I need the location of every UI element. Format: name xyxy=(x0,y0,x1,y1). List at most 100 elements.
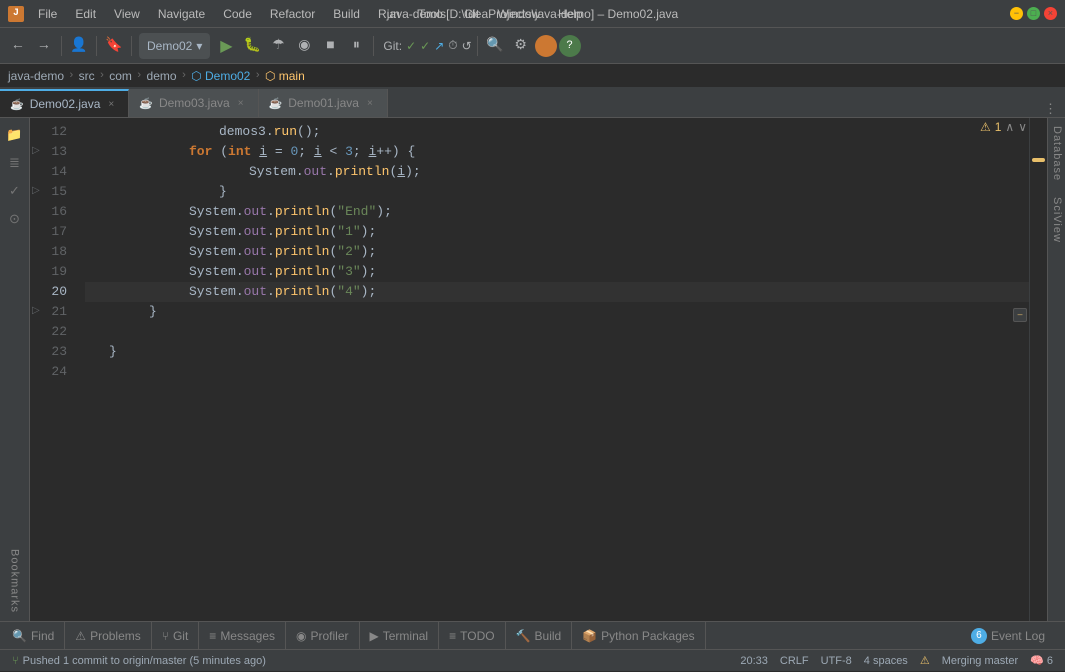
help-btn[interactable]: ? xyxy=(559,35,581,57)
tab-demo02-close[interactable]: × xyxy=(106,98,116,111)
code-line-17: System.out.println("1"); xyxy=(85,222,1029,242)
status-position[interactable]: 20:33 xyxy=(734,650,774,672)
database-panel-label[interactable]: Database xyxy=(1048,118,1065,189)
tabs-menu-btn[interactable]: ⋮ xyxy=(1036,102,1065,117)
editor-scrollbar[interactable]: — xyxy=(1029,118,1047,621)
tab-demo01[interactable]: ☕ Demo01.java × xyxy=(259,89,388,117)
bottom-tab-git[interactable]: ⑂ Git xyxy=(152,622,200,650)
git-action-check2[interactable]: ✓ xyxy=(420,39,430,53)
tab-demo03-close[interactable]: × xyxy=(236,97,246,110)
bottom-tab-build[interactable]: 🔨 Build xyxy=(506,622,573,650)
bottom-tab-messages-label: Messages xyxy=(220,629,275,643)
line-num-23: 23 xyxy=(30,342,75,362)
toolbar-bookmark-btn[interactable]: 🔖 xyxy=(102,34,126,58)
coverage-button[interactable]: ☂ xyxy=(266,34,290,58)
status-charset[interactable]: UTF-8 xyxy=(815,650,858,672)
minimize-button[interactable]: − xyxy=(1010,7,1023,20)
main-toolbar: ← → 👤 🔖 Demo02 ▾ ▶ 🐛 ☂ ◉ ■ ⏸ Git: ✓ ✓ ↗ … xyxy=(0,28,1065,64)
bottom-tab-python[interactable]: 📦 Python Packages xyxy=(572,622,705,650)
bottom-tab-problems[interactable]: ⚠ Problems xyxy=(65,622,151,650)
warning-up-icon[interactable]: ∧ xyxy=(1005,120,1014,134)
terminal-icon: ▶ xyxy=(370,629,379,643)
stop-button[interactable]: ■ xyxy=(318,34,342,58)
fold-icon-21[interactable]: ▷ xyxy=(32,302,40,322)
toolbar-forward-btn[interactable]: → xyxy=(32,34,56,58)
breadcrumb-method[interactable]: ⬡ main xyxy=(265,69,305,83)
messages-icon: ≡ xyxy=(209,629,216,643)
menu-view[interactable]: View xyxy=(106,5,148,23)
menu-build[interactable]: Build xyxy=(325,5,368,23)
line-num-18: 18 xyxy=(30,242,75,262)
search-everywhere-btn[interactable]: 🔍 xyxy=(483,34,507,58)
sidebar-structure-icon[interactable]: ≣ xyxy=(2,150,28,176)
breadcrumb-project[interactable]: java-demo xyxy=(8,69,64,83)
status-git-message[interactable]: ⑂ Pushed 1 commit to origin/master (5 mi… xyxy=(6,650,272,672)
fold-icon-15[interactable]: ▷ xyxy=(32,182,40,202)
profiler-button[interactable]: ◉ xyxy=(292,34,316,58)
pause-button[interactable]: ⏸ xyxy=(344,34,368,58)
tab-demo03[interactable]: ☕ Demo03.java × xyxy=(129,89,258,117)
bottom-tab-profiler[interactable]: ◉ Profiler xyxy=(286,622,360,650)
scroll-warning-marker xyxy=(1032,158,1045,162)
maximize-button[interactable]: □ xyxy=(1027,7,1040,20)
code-line-14: System.out.println(i); xyxy=(85,162,1029,182)
debug-button[interactable]: 🐛 xyxy=(240,34,264,58)
status-memory[interactable]: 🧠 6 xyxy=(1024,650,1059,672)
toolbar-back-btn[interactable]: ← xyxy=(6,34,30,58)
menu-file[interactable]: File xyxy=(30,5,65,23)
git-action-undo[interactable]: ↺ xyxy=(462,39,472,53)
warning-count: 1 xyxy=(995,120,1002,134)
memory-text: 🧠 6 xyxy=(1030,654,1053,667)
close-button[interactable]: × xyxy=(1044,7,1057,20)
status-warning-indicator[interactable]: ⚠ xyxy=(914,650,936,672)
git-action-push[interactable]: ↗ xyxy=(434,39,444,53)
code-line-24 xyxy=(85,362,1029,382)
menu-navigate[interactable]: Navigate xyxy=(150,5,213,23)
user-btn[interactable] xyxy=(535,35,557,57)
menu-refactor[interactable]: Refactor xyxy=(262,5,323,23)
bookmarks-label[interactable]: Bookmarks xyxy=(9,549,21,613)
bottom-tab-terminal[interactable]: ▶ Terminal xyxy=(360,622,440,650)
editor-area: ⚠ 1 ∧ ∨ 12 ▷13 14 ▷15 16 17 18 19 20 xyxy=(30,118,1047,621)
status-branch[interactable]: Merging master xyxy=(936,650,1024,672)
bottom-tab-event-log[interactable]: 6 Event Log xyxy=(961,622,1055,650)
sidebar-vcs-icon[interactable]: ⊙ xyxy=(2,206,28,232)
breadcrumb-class[interactable]: ⬡ Demo02 xyxy=(191,69,250,83)
sidebar-project-icon[interactable]: 📁 xyxy=(2,122,28,148)
git-action-history[interactable]: ⏱ xyxy=(448,38,457,53)
title-bar: J File Edit View Navigate Code Refactor … xyxy=(0,0,1065,28)
right-panels: Database SciView xyxy=(1047,118,1065,621)
line-num-15: ▷15 xyxy=(30,182,75,202)
tab-demo02[interactable]: ☕ Demo02.java × xyxy=(0,89,129,117)
breadcrumb-src[interactable]: src xyxy=(79,69,95,83)
run-config-dropdown-icon: ▾ xyxy=(196,39,202,53)
status-crlf[interactable]: CRLF xyxy=(774,650,815,672)
git-action-check1[interactable]: ✓ xyxy=(406,39,416,53)
toolbar-search-btn[interactable]: 👤 xyxy=(67,34,91,58)
menu-code[interactable]: Code xyxy=(215,5,260,23)
git-section: Git: ✓ ✓ ↗ ⏱ ↺ xyxy=(383,38,471,53)
sciview-panel-label[interactable]: SciView xyxy=(1048,189,1065,251)
problems-icon: ⚠ xyxy=(75,629,86,643)
line-num-24: 24 xyxy=(30,362,75,382)
menu-edit[interactable]: Edit xyxy=(67,5,104,23)
breadcrumb-demo[interactable]: demo xyxy=(147,69,177,83)
fold-icon-13[interactable]: ▷ xyxy=(32,142,40,162)
warning-down-icon[interactable]: ∨ xyxy=(1018,120,1027,134)
bottom-tab-todo[interactable]: ≡ TODO xyxy=(439,622,505,650)
status-indent[interactable]: 4 spaces xyxy=(858,650,914,672)
breadcrumb-com[interactable]: com xyxy=(109,69,132,83)
bottom-tab-find[interactable]: 🔍 Find xyxy=(2,622,65,650)
sidebar-commit-icon[interactable]: ✓ xyxy=(2,178,28,204)
line-num-17: 17 xyxy=(30,222,75,242)
crlf-text: CRLF xyxy=(780,655,809,667)
run-button[interactable]: ▶ xyxy=(214,34,238,58)
run-config-label: Demo02 xyxy=(147,39,192,53)
settings-btn[interactable]: ⚙ xyxy=(509,34,533,58)
code-line-13: for (int i = 0; i < 3; i++) { xyxy=(85,142,1029,162)
code-content[interactable]: demos3.run(); for (int i = 0; i < 3; i++… xyxy=(85,118,1029,621)
app-icon: J xyxy=(8,6,24,22)
tab-demo01-close[interactable]: × xyxy=(365,97,375,110)
bottom-tab-messages[interactable]: ≡ Messages xyxy=(199,622,286,650)
run-config-selector[interactable]: Demo02 ▾ xyxy=(139,33,210,59)
